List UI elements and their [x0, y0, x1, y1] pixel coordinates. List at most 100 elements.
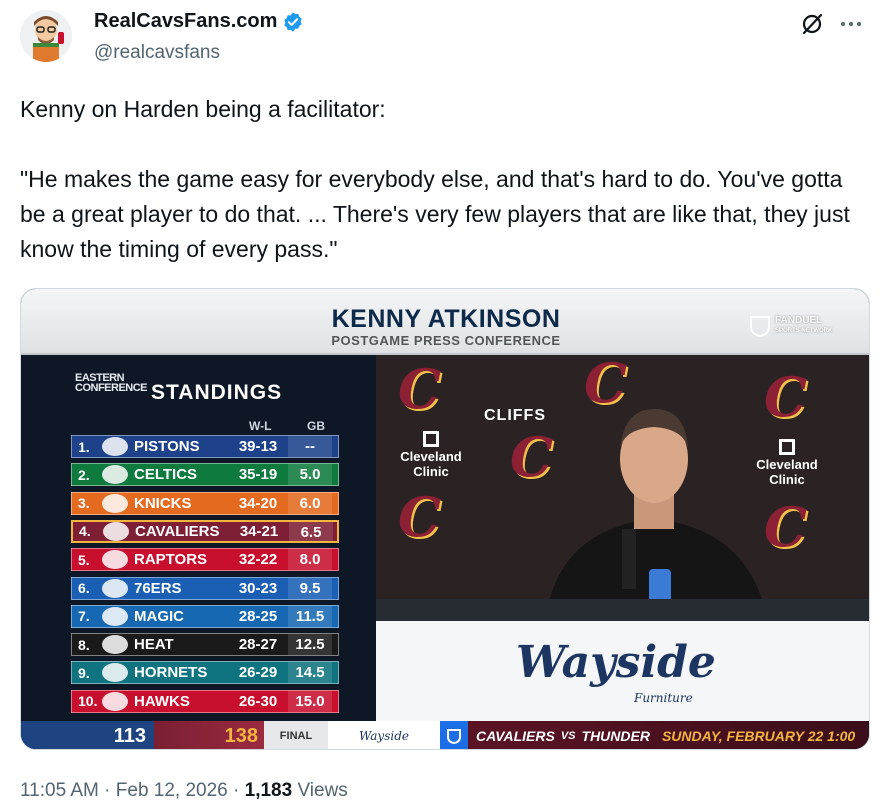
standings-wl: 28-25	[238, 607, 278, 625]
standings-panel: EASTERN CONFERENCE STANDINGS W-L GB 1. PI…	[21, 355, 376, 721]
tweet-date[interactable]: Feb 12, 2026	[116, 780, 228, 801]
clinic-sponsor: Cleveland Clinic	[396, 431, 466, 479]
standings-col-gb: GB	[307, 419, 325, 433]
fanduel-ticker-icon	[440, 721, 468, 749]
standings-team: CAVALIERS	[135, 522, 220, 540]
home-score: 138	[154, 721, 264, 749]
cavs-logo-icon: C	[398, 485, 441, 549]
standings-wl: 39-13	[238, 438, 278, 455]
standings-gb: 8.0	[288, 549, 332, 571]
author-name-row[interactable]: RealCavsFans.com	[94, 10, 304, 33]
sponsor-sub: Furniture	[634, 691, 693, 705]
standings-wl: 32-22	[238, 551, 278, 569]
standings-gb: 5.0	[288, 464, 332, 486]
standings-team: HEAT	[134, 636, 174, 654]
score-ticker: 113 138 FINAL Wayside CAVALIERS VS THUND…	[21, 721, 869, 749]
standings-gb: --	[288, 436, 332, 457]
game-status: FINAL	[264, 721, 328, 749]
standings-rank: 5.	[78, 551, 90, 568]
standings-row: 6. 76ERS 30-23 9.5	[71, 576, 339, 600]
standings-team: MAGIC	[134, 607, 184, 625]
fanduel-text: FANDUEL	[775, 315, 823, 326]
standings-gb: 6.5	[289, 521, 333, 541]
standings-row: 4. CAVALIERS 34-21 6.5	[71, 519, 339, 543]
promo-date: SUNDAY, FEBRUARY 22 1:00	[661, 728, 856, 744]
team-logo-icon	[102, 635, 128, 655]
grok-icon[interactable]	[800, 12, 824, 36]
standings-rank: 1.	[78, 438, 90, 455]
standings-row: 2. CELTICS 35-19 5.0	[71, 463, 339, 487]
tweet-media[interactable]: KENNY ATKINSON POSTGAME PRESS CONFERENCE…	[20, 288, 870, 750]
standings-row: 10. HAWKS 26-30 15.0	[71, 689, 339, 713]
tweet-text: Kenny on Harden being a facilitator: "He…	[20, 96, 850, 262]
next-game-promo: CAVALIERS VS THUNDER SUNDAY, FEBRUARY 22…	[468, 721, 869, 749]
standings-rank: 2.	[78, 466, 90, 483]
team-logo-icon	[102, 691, 128, 711]
standings-wl: 30-23	[238, 579, 278, 597]
standings-rank: 10.	[78, 693, 98, 710]
away-score: 113	[21, 721, 154, 749]
standings-wl: 34-21	[239, 522, 279, 540]
standings-rank: 4.	[79, 523, 91, 540]
ticker-sponsor: Wayside	[328, 721, 440, 749]
standings-row: 9. HORNETS 26-29 14.5	[71, 661, 339, 685]
cavs-logo-icon: C	[398, 357, 441, 421]
team-logo-icon	[102, 465, 128, 485]
team-logo-icon	[102, 606, 128, 626]
standings-wl: 26-30	[238, 692, 278, 710]
standings-rank: 7.	[78, 608, 90, 625]
team-logo-icon	[102, 437, 128, 456]
standings-gb: 6.0	[288, 492, 332, 514]
standings-team: 76ERS	[134, 579, 182, 597]
promo-team1: CAVALIERS	[476, 728, 555, 744]
clinic-logo-icon	[423, 431, 439, 447]
speaker-person	[545, 409, 768, 621]
standings-team: RAPTORS	[134, 551, 208, 569]
standings-gb: 9.5	[288, 577, 332, 599]
team-logo-icon	[102, 663, 128, 683]
standings-team: CELTICS	[134, 466, 198, 484]
tweet-time[interactable]: 11:05 AM	[20, 780, 99, 801]
tweet-meta: 11:05 AM · Feb 12, 2026 · 1,183 Views	[20, 780, 348, 801]
standings-team: HORNETS	[134, 664, 208, 682]
standings-rank: 6.	[78, 580, 90, 596]
verified-badge-icon	[284, 11, 303, 32]
avatar[interactable]	[20, 10, 72, 62]
standings-conference: EASTERN CONFERENCE	[75, 372, 148, 394]
standings-gb: 15.0	[288, 690, 332, 712]
podium-table	[376, 599, 869, 621]
team-logo-icon	[102, 550, 128, 570]
display-name[interactable]: RealCavsFans.com	[94, 10, 277, 33]
standings-col-wl: W-L	[249, 419, 272, 433]
speaker-name: KENNY ATKINSON	[331, 305, 561, 333]
team-logo-icon	[103, 521, 129, 541]
more-icon[interactable]	[838, 12, 864, 36]
speaker-subtitle: POSTGAME PRESS CONFERENCE	[331, 333, 561, 348]
standings-wl: 34-20	[238, 494, 278, 512]
views-label: Views	[292, 780, 348, 801]
sponsor-panel: Wayside Furniture	[376, 621, 869, 721]
lower-third-banner: KENNY ATKINSON POSTGAME PRESS CONFERENCE…	[21, 289, 869, 355]
standings-row: 3. KNICKS 34-20 6.0	[71, 491, 339, 515]
standings-row: 7. MAGIC 28-25 11.5	[71, 604, 339, 628]
team-logo-icon	[102, 493, 128, 513]
standings-rank: 3.	[78, 495, 90, 512]
standings-gb: 12.5	[288, 634, 332, 656]
press-conference-video: C C C C C C CLIFFS Cleveland Clinic Clev…	[376, 355, 869, 621]
standings-wl: 28-27	[238, 636, 278, 654]
fanduel-shield-icon	[750, 316, 770, 337]
standings-title: STANDINGS	[151, 381, 283, 404]
standings-wl: 35-19	[238, 466, 278, 484]
standings-wl: 26-29	[238, 664, 278, 682]
author-handle[interactable]: @realcavsfans	[94, 42, 220, 64]
standings-team: KNICKS	[134, 494, 192, 512]
view-count: 1,183	[244, 780, 293, 801]
standings-rank: 8.	[78, 636, 90, 653]
team-logo-icon	[102, 578, 128, 598]
standings-row: 5. RAPTORS 32-22 8.0	[71, 548, 339, 572]
standings-row: 8. HEAT 28-27 12.5	[71, 633, 339, 657]
standings-gb: 14.5	[288, 662, 332, 684]
standings-gb: 11.5	[288, 605, 332, 627]
cartoon-avatar-icon	[20, 10, 72, 62]
standings-row: 1. PISTONS 39-13 --	[71, 435, 339, 458]
